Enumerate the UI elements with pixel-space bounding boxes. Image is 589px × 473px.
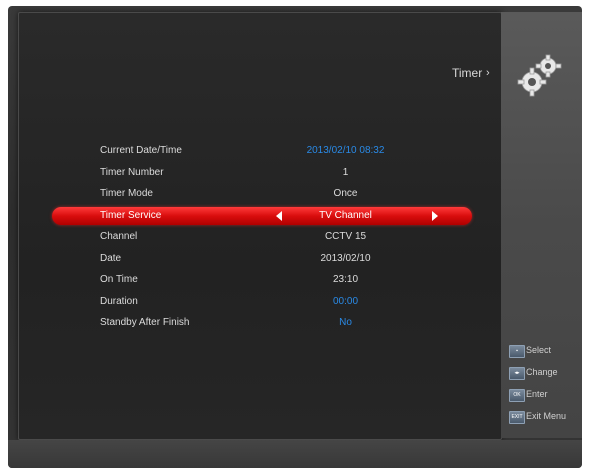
row-label: On Time	[100, 274, 138, 285]
row-channel[interactable]: Channel CCTV 15	[18, 227, 500, 249]
row-timer-service[interactable]: Timer Service TV Channel	[18, 206, 500, 228]
row-label: Standby After Finish	[100, 317, 190, 328]
row-date[interactable]: Date 2013/02/10	[18, 249, 500, 271]
select-key-icon: ▪	[509, 345, 525, 358]
row-value: No	[339, 317, 352, 328]
row-label: Timer Mode	[100, 188, 153, 199]
bottom-bar	[8, 440, 582, 468]
row-value: 23:10	[332, 274, 359, 285]
key-legend: ▪ Select ◂▸ Change OK Enter EXIT Exit Me…	[509, 342, 579, 430]
legend-change: ◂▸ Change	[509, 364, 579, 386]
ok-key-icon: OK	[509, 389, 525, 402]
row-standby-after-finish[interactable]: Standby After Finish No	[18, 313, 500, 335]
row-label: Timer Service	[100, 209, 162, 221]
row-timer-number[interactable]: Timer Number 1	[18, 163, 500, 185]
gears-icon	[517, 54, 562, 97]
legend-label: Select	[526, 345, 552, 355]
left-right-key-icon: ◂▸	[509, 367, 525, 380]
row-label: Date	[100, 252, 122, 264]
legend-label: Exit Menu	[526, 411, 567, 421]
row-timer-mode[interactable]: Timer Mode Once	[18, 184, 500, 206]
legend-label: Change	[526, 367, 558, 377]
page-title: Timer	[452, 66, 483, 80]
row-value: 2013/02/10	[320, 252, 371, 264]
row-label: Duration	[100, 295, 138, 307]
tv-screen: Timer › Current Date/Time 2013/02/10 08:…	[8, 6, 582, 468]
title-chevron-icon: ›	[486, 67, 490, 79]
row-value: 1	[342, 166, 349, 178]
row-label: Channel	[100, 231, 138, 242]
row-value: 2013/02/10 08:32	[306, 145, 385, 156]
exit-key-icon: EXIT	[509, 411, 525, 424]
row-value: Once	[333, 188, 358, 199]
row-value: 00:00	[332, 295, 359, 307]
timer-settings-list: Current Date/Time 2013/02/10 08:32 Timer…	[18, 141, 500, 335]
legend-label: Enter	[526, 389, 548, 399]
row-duration[interactable]: Duration 00:00	[18, 292, 500, 314]
legend-enter: OK Enter	[509, 386, 579, 408]
row-label: Current Date/Time	[100, 145, 182, 156]
arrow-right-icon[interactable]	[432, 210, 438, 221]
row-current-date-time: Current Date/Time 2013/02/10 08:32	[18, 141, 500, 163]
legend-select: ▪ Select	[509, 342, 579, 364]
row-value: CCTV 15	[324, 231, 367, 242]
row-value: TV Channel	[319, 209, 372, 221]
row-label: Timer Number	[100, 166, 164, 178]
row-on-time[interactable]: On Time 23:10	[18, 270, 500, 292]
legend-exit-menu: EXIT Exit Menu	[509, 408, 579, 430]
